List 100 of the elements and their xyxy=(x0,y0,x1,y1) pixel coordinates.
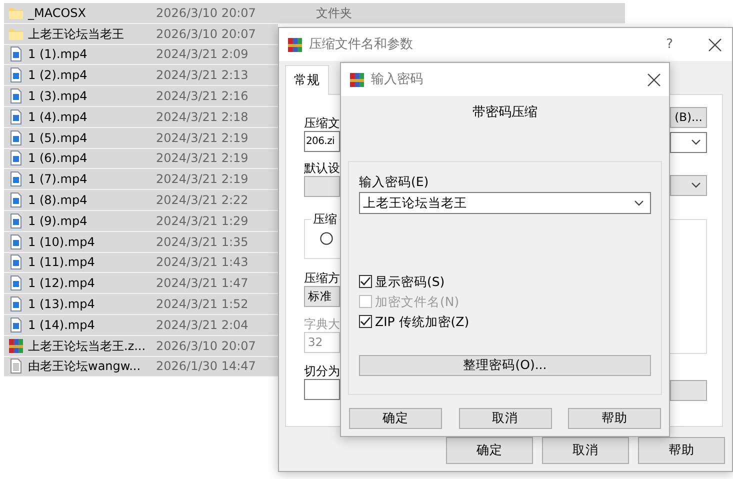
archive-name-dropdown[interactable] xyxy=(670,132,707,153)
archive-icon xyxy=(287,36,303,52)
file-row[interactable]: 1 (11).mp4 2024/3/21 1:43 xyxy=(4,252,278,274)
file-row[interactable]: 1 (5).mp4 2024/3/21 2:19 xyxy=(4,128,278,149)
file-name: 1 (2).mp4 xyxy=(28,67,88,84)
file-date: 2024/3/21 1:52 xyxy=(156,296,250,314)
dialog-button[interactable]: 确定 xyxy=(446,436,533,464)
file-date: 2026/3/10 20:07 xyxy=(156,4,257,22)
check-icon xyxy=(360,316,371,326)
close-icon xyxy=(647,72,661,86)
window-title: 压缩文件名和参数 xyxy=(309,36,413,54)
file-row[interactable]: 1 (12).mp4 2024/3/21 1:47 xyxy=(4,273,278,294)
password-field[interactable]: 上老王论坛当老王 xyxy=(359,192,651,214)
checkbox[interactable] xyxy=(359,314,372,328)
file-date: 2024/3/21 2:19 xyxy=(156,150,250,168)
video-file-icon xyxy=(8,108,24,125)
file-row[interactable]: 1 (4).mp4 2024/3/21 2:18 xyxy=(4,106,278,128)
checkbox-label: 显示密码(S) xyxy=(375,274,445,288)
chevron-icon xyxy=(691,139,701,146)
file-date: 2026/1/30 14:47 xyxy=(156,358,257,376)
field-label: 字典大 xyxy=(304,316,340,332)
dialog-button[interactable]: 取消 xyxy=(542,436,629,464)
file-date: 2026/3/10 20:07 xyxy=(156,26,257,43)
split-dropdown[interactable] xyxy=(670,380,707,401)
file-name: 1 (3).mp4 xyxy=(28,88,88,106)
dialog-button[interactable]: 帮助 xyxy=(638,436,725,464)
method-dropdown[interactable]: 标准 xyxy=(304,286,340,307)
field-label: 压缩文 xyxy=(304,116,340,131)
file-row[interactable]: 1 (14).mp4 2024/3/21 2:04 xyxy=(4,314,278,336)
file-row[interactable]: 1 (10).mp4 2024/3/21 1:35 xyxy=(4,232,278,253)
group-label: 压缩 xyxy=(311,212,339,227)
file-name: 由老王论坛wangw... xyxy=(28,358,142,376)
file-name: 上老王论坛当老王 xyxy=(28,26,125,43)
file-name: 1 (4).mp4 xyxy=(28,108,88,126)
file-name: 1 (10).mp4 xyxy=(28,234,96,251)
file-row[interactable]: 1 (6).mp4 2024/3/21 2:19 xyxy=(4,148,278,170)
file-name: 1 (13).mp4 xyxy=(28,296,96,314)
chevron-icon xyxy=(691,182,701,188)
video-file-icon xyxy=(8,130,24,146)
file-date: 2024/3/21 1:47 xyxy=(156,275,250,292)
file-name: _MACOSX xyxy=(28,4,88,22)
profile-dropdown[interactable] xyxy=(670,174,707,196)
file-row[interactable]: 1 (9).mp4 2024/3/21 1:29 xyxy=(4,210,278,232)
file-row[interactable]: 1 (13).mp4 2024/3/21 1:52 xyxy=(4,294,278,315)
video-file-icon xyxy=(8,88,24,104)
file-date: 2024/3/21 2:13 xyxy=(156,67,250,84)
file-row[interactable]: 上老王论坛当老王.z... 2026/3/10 20:07 xyxy=(4,336,278,357)
window-title: 输入密码 xyxy=(371,70,423,89)
field-label: 切分为 xyxy=(304,364,340,379)
archive-icon xyxy=(349,72,365,88)
browse-button[interactable]: (B)... xyxy=(670,106,707,128)
text-file-icon xyxy=(8,358,24,374)
video-file-icon xyxy=(8,254,24,270)
organize-passwords-button[interactable]: 整理密码(O)... xyxy=(359,354,651,376)
radio-button[interactable] xyxy=(320,232,333,245)
video-file-icon xyxy=(8,171,24,188)
video-file-icon xyxy=(8,275,24,292)
close-icon xyxy=(708,38,722,52)
file-name: 1 (6).mp4 xyxy=(28,150,88,168)
video-file-icon xyxy=(8,316,24,333)
video-file-icon xyxy=(8,296,24,312)
checkbox-label: ZIP 传统加密(Z) xyxy=(375,314,470,328)
file-row[interactable]: 1 (2).mp4 2024/3/21 2:13 xyxy=(4,65,278,86)
file-row[interactable]: 1 (7).mp4 2024/3/21 2:19 xyxy=(4,169,278,190)
file-date: 2024/3/21 1:43 xyxy=(156,254,250,272)
file-name: 1 (14).mp4 xyxy=(28,316,96,334)
dialog-button[interactable]: 帮助 xyxy=(568,408,661,428)
file-row[interactable]: 由老王论坛wangw... 2026/1/30 14:47 xyxy=(4,356,278,378)
file-date: 2024/3/21 2:19 xyxy=(156,171,250,188)
file-name: 1 (11).mp4 xyxy=(28,254,96,272)
file-row[interactable]: _MACOSX 2026/3/10 20:07 文件夹 xyxy=(4,3,625,24)
check-icon xyxy=(360,276,371,286)
field-value: 上老王论坛当老王 xyxy=(363,194,467,212)
checkbox[interactable] xyxy=(359,274,372,288)
file-row[interactable]: 上老王论坛当老王 2026/3/10 20:07 xyxy=(4,24,278,45)
file-name: 1 (1).mp4 xyxy=(28,46,88,64)
archive-name-field[interactable]: 206.zi xyxy=(304,130,340,152)
help-button[interactable]: ? xyxy=(666,34,673,54)
file-name: 1 (12).mp4 xyxy=(28,275,96,292)
file-date: 2024/3/21 2:19 xyxy=(156,130,250,147)
dialog-button[interactable]: 取消 xyxy=(458,408,552,428)
file-name: 1 (8).mp4 xyxy=(28,192,88,210)
dictionary-field[interactable]: 32 xyxy=(304,332,340,353)
file-name: 1 (5).mp4 xyxy=(28,130,88,147)
file-row[interactable]: 1 (1).mp4 2024/3/21 2:09 xyxy=(4,44,278,66)
dialog-button[interactable]: 确定 xyxy=(349,408,442,428)
tab[interactable]: 常规 xyxy=(285,65,329,95)
file-date: 2024/3/21 1:35 xyxy=(156,234,250,251)
checkbox-label: 加密文件名(N) xyxy=(375,294,460,308)
field-label: 输入密码(E) xyxy=(359,174,429,188)
file-row[interactable]: 1 (3).mp4 2024/3/21 2:16 xyxy=(4,86,278,107)
video-file-icon xyxy=(8,212,24,229)
file-name: 1 (7).mp4 xyxy=(28,171,88,188)
video-file-icon xyxy=(8,192,24,208)
split-field[interactable] xyxy=(304,378,340,400)
video-file-icon xyxy=(8,150,24,166)
profile-dropdown[interactable] xyxy=(304,176,340,197)
file-date: 2024/3/21 2:18 xyxy=(156,108,250,126)
file-name: 1 (9).mp4 xyxy=(28,212,88,230)
file-row[interactable]: 1 (8).mp4 2024/3/21 2:22 xyxy=(4,190,278,211)
